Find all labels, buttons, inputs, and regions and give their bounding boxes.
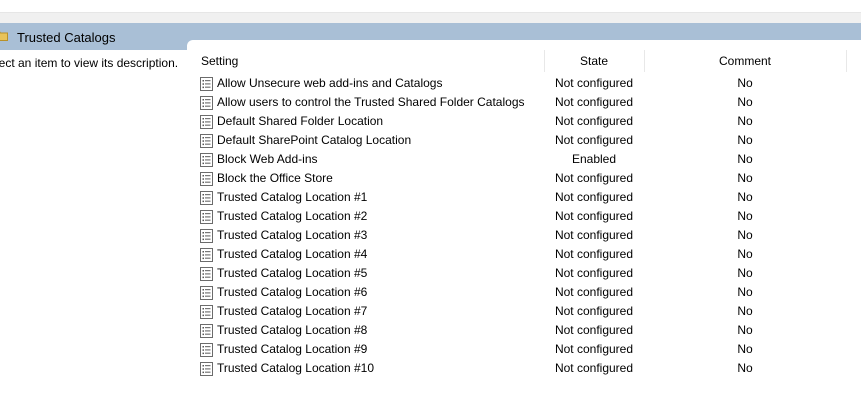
setting-state: Not configured	[554, 323, 634, 337]
description-text: lect an item to view its description.	[0, 56, 179, 70]
table-row[interactable]: Block the Office Store Not configured No	[187, 169, 861, 188]
table-row[interactable]: Allow users to control the Trusted Share…	[187, 93, 861, 112]
setting-state: Not configured	[554, 76, 634, 90]
setting-name: Block the Office Store	[217, 171, 333, 185]
setting-state: Not configured	[554, 266, 634, 280]
setting-name: Allow Unsecure web add-ins and Catalogs	[217, 76, 443, 90]
policy-setting-icon	[200, 153, 213, 167]
setting-state: Not configured	[554, 247, 634, 261]
setting-name: Trusted Catalog Location #4	[217, 247, 368, 261]
setting-name: Trusted Catalog Location #1	[217, 190, 368, 204]
policy-setting-icon	[200, 191, 213, 205]
setting-comment: No	[737, 304, 753, 318]
policy-setting-icon	[200, 210, 213, 224]
setting-name: Trusted Catalog Location #8	[217, 323, 368, 337]
policy-setting-icon	[200, 134, 213, 148]
policy-setting-icon	[200, 229, 213, 243]
setting-state: Not configured	[554, 342, 634, 356]
policy-setting-icon	[200, 96, 213, 110]
policy-setting-icon	[200, 343, 213, 357]
setting-state: Not configured	[554, 171, 634, 185]
setting-state: Not configured	[554, 228, 634, 242]
setting-comment: No	[737, 323, 753, 337]
toolbar-strip	[0, 0, 861, 13]
table-row[interactable]: Trusted Catalog Location #1 Not configure…	[187, 188, 861, 207]
setting-state: Not configured	[554, 304, 634, 318]
setting-state: Enabled	[571, 152, 617, 166]
setting-state: Not configured	[554, 190, 634, 204]
setting-state: Not configured	[554, 133, 634, 147]
policy-setting-icon	[200, 305, 213, 319]
table-row[interactable]: Trusted Catalog Location #6 Not configure…	[187, 283, 861, 302]
setting-comment: No	[737, 285, 753, 299]
column-header-state[interactable]: State	[544, 50, 644, 72]
setting-comment: No	[737, 361, 753, 375]
policy-setting-icon	[200, 115, 213, 129]
setting-comment: No	[737, 228, 753, 242]
policy-setting-icon	[200, 324, 213, 338]
policy-setting-icon	[200, 362, 213, 376]
policy-setting-icon	[200, 248, 213, 262]
table-row[interactable]: Trusted Catalog Location #5 Not configure…	[187, 264, 861, 283]
setting-name: Trusted Catalog Location #6	[217, 285, 368, 299]
setting-comment: No	[737, 342, 753, 356]
table-row[interactable]: Default Shared Folder Location Not config…	[187, 112, 861, 131]
setting-name: Trusted Catalog Location #10	[217, 361, 374, 375]
setting-name: Default SharePoint Catalog Location	[217, 133, 412, 147]
policy-setting-icon	[200, 77, 213, 91]
setting-state: Not configured	[554, 361, 634, 375]
setting-name: Trusted Catalog Location #9	[217, 342, 368, 356]
setting-comment: No	[737, 95, 753, 109]
setting-state: Not configured	[554, 114, 634, 128]
table-row[interactable]: Trusted Catalog Location #9 Not configure…	[187, 340, 861, 359]
setting-comment: No	[737, 266, 753, 280]
setting-comment: No	[737, 152, 753, 166]
table-row[interactable]: Trusted Catalog Location #8 Not configure…	[187, 321, 861, 340]
table-row[interactable]: Trusted Catalog Location #2 Not configure…	[187, 207, 861, 226]
setting-comment: No	[737, 76, 753, 90]
setting-name: Default Shared Folder Location	[217, 114, 384, 128]
setting-state: Not configured	[554, 285, 634, 299]
setting-comment: No	[737, 114, 753, 128]
page-title: Trusted Catalogs	[17, 30, 116, 45]
setting-name: Trusted Catalog Location #7	[217, 304, 368, 318]
setting-comment: No	[737, 190, 753, 204]
description-pane	[0, 50, 187, 401]
setting-name: Allow users to control the Trusted Share…	[217, 95, 525, 109]
table-row[interactable]: Trusted Catalog Location #10 Not configur…	[187, 359, 861, 378]
setting-name: Trusted Catalog Location #2	[217, 209, 368, 223]
column-header-setting[interactable]: Setting	[201, 50, 238, 72]
table-row[interactable]: Trusted Catalog Location #4 Not configure…	[187, 245, 861, 264]
column-headers: Setting State Comment	[187, 50, 861, 72]
setting-name: Trusted Catalog Location #5	[217, 266, 368, 280]
setting-comment: No	[737, 171, 753, 185]
setting-state: Not configured	[554, 209, 634, 223]
setting-comment: No	[737, 133, 753, 147]
setting-state: Not configured	[554, 95, 634, 109]
policy-editor-window: Trusted Catalogs lect an item to view it…	[0, 0, 861, 401]
setting-comment: No	[737, 247, 753, 261]
setting-name: Block Web Add-ins	[217, 152, 318, 166]
table-row[interactable]: Block Web Add-ins Enabled No	[187, 150, 861, 169]
column-divider[interactable]	[846, 50, 847, 72]
toolbar-gap	[0, 13, 861, 23]
policy-setting-icon	[200, 286, 213, 300]
table-row[interactable]: Allow Unsecure web add-ins and Catalogs N…	[187, 74, 861, 93]
table-row[interactable]: Trusted Catalog Location #7 Not configure…	[187, 302, 861, 321]
column-header-comment[interactable]: Comment	[644, 50, 846, 72]
folder-icon	[0, 30, 8, 41]
setting-name: Trusted Catalog Location #3	[217, 228, 368, 242]
policy-setting-icon	[200, 267, 213, 281]
setting-comment: No	[737, 209, 753, 223]
table-row[interactable]: Trusted Catalog Location #3 Not configure…	[187, 226, 861, 245]
settings-list: Setting State Comment Allow Unsecure web…	[187, 40, 861, 401]
settings-rows: Allow Unsecure web add-ins and Catalogs N…	[187, 74, 861, 378]
policy-setting-icon	[200, 172, 213, 186]
table-row[interactable]: Default SharePoint Catalog Location Not c…	[187, 131, 861, 150]
